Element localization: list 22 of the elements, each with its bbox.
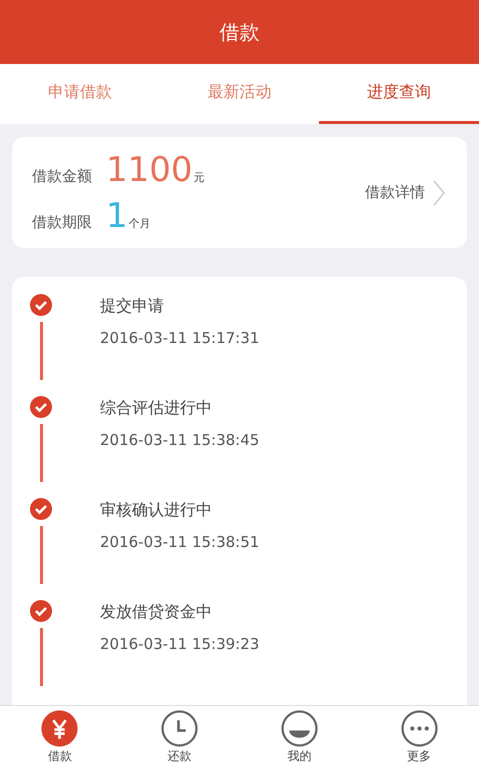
step-title: 发放借贷资金中 [100, 602, 213, 623]
step-time: 2016-03-11 15:17:31 [100, 329, 260, 347]
nav-label[interactable]: 我的 [287, 748, 312, 765]
term-unit: 个月 [128, 216, 151, 230]
term-label: 借款期限 [32, 212, 92, 232]
chevron-icon [433, 180, 445, 206]
step-title: 综合评估进行中 [100, 398, 213, 419]
step-title: 提交申请 [100, 296, 165, 317]
step-time: 2016-03-11 15:38:51 [100, 533, 260, 551]
loan-details-link[interactable]: 借款详情 [365, 183, 425, 202]
nav-label[interactable]: 借款 [48, 748, 72, 765]
amount-unit: 元 [194, 170, 205, 184]
step-time: 2016-03-11 15:38:45 [100, 431, 260, 449]
nav-label[interactable]: 还款 [168, 748, 192, 765]
header-title: 借款 [220, 18, 260, 46]
tab[interactable]: 进度查询 [319, 64, 479, 124]
amount-value: 1100 [106, 150, 193, 190]
step-time: 2016-03-11 15:39:23 [100, 635, 260, 653]
step-title: 审核确认进行中 [100, 500, 213, 521]
amount-label: 借款金额 [32, 166, 92, 186]
nav-label[interactable]: 更多 [407, 748, 432, 765]
term-value: 1 [106, 196, 128, 236]
